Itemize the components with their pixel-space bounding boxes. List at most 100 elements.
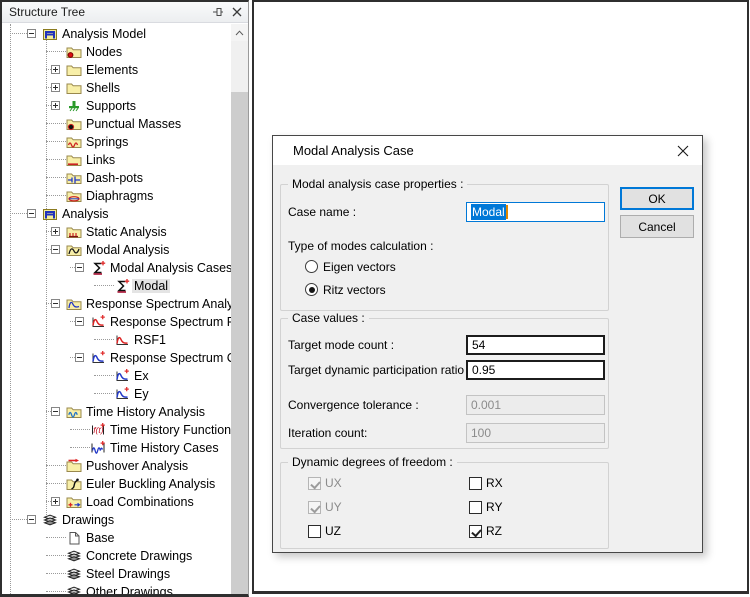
sheets-icon: [42, 512, 58, 528]
th-func-icon: f(t): [90, 422, 106, 438]
tree-item-ex[interactable]: Ex: [2, 367, 231, 385]
participation-ratio-input[interactable]: 0.95: [466, 360, 605, 380]
frame-icon: [42, 26, 58, 42]
tree-item-response-spectrum-analysis[interactable]: Response Spectrum Analysis: [2, 295, 231, 313]
eigen-vectors-label: Eigen vectors: [323, 257, 396, 277]
tree-connector: [46, 537, 66, 538]
spectrum-red-plus-icon: [90, 314, 106, 330]
tree-item-supports[interactable]: Supports: [2, 97, 231, 115]
tree-item-analysis-model[interactable]: Analysis Model: [2, 25, 231, 43]
uz-label: UZ: [325, 525, 341, 538]
folder-link-icon: [66, 152, 82, 168]
tree-connector: [94, 375, 114, 376]
cancel-button[interactable]: Cancel: [620, 215, 694, 238]
expand-toggle-icon[interactable]: [51, 65, 60, 74]
expand-toggle-icon[interactable]: [51, 83, 60, 92]
ry-checkbox[interactable]: [469, 501, 482, 514]
target-mode-count-input[interactable]: 54: [466, 335, 605, 355]
tree-item-springs[interactable]: Springs: [2, 133, 231, 151]
ritz-vectors-label: Ritz vectors: [323, 280, 386, 300]
structure-tree: Analysis Model Nodes ElementsShellsSupport…: [2, 24, 231, 594]
tree-item-time-history-analysis[interactable]: Time History Analysis: [2, 403, 231, 421]
tree-item-load-combinations[interactable]: Load Combinations: [2, 493, 231, 511]
tree-item-nodes[interactable]: Nodes: [2, 43, 231, 61]
tree-item-base[interactable]: Base: [2, 529, 231, 547]
field-value: 0.95: [472, 362, 495, 378]
collapse-toggle-icon[interactable]: [27, 515, 36, 524]
tree-item-label: Nodes: [84, 45, 124, 59]
tree-item-shells[interactable]: Shells: [2, 79, 231, 97]
collapse-toggle-icon[interactable]: [51, 299, 60, 308]
collapse-toggle-icon[interactable]: [51, 407, 60, 416]
tree-item-drawings[interactable]: Drawings: [2, 511, 231, 529]
tree-item-modal-analysis-cases[interactable]: Modal Analysis Cases: [2, 259, 231, 277]
tree-item-modal-analysis[interactable]: Modal Analysis: [2, 241, 231, 259]
dialog-titlebar[interactable]: Modal Analysis Case: [273, 136, 702, 165]
tree-item-euler-buckling-analysis[interactable]: Euler Buckling Analysis: [2, 475, 231, 493]
tree-item-modal[interactable]: Modal: [2, 277, 231, 295]
tree-item-elements[interactable]: Elements: [2, 61, 231, 79]
ok-button[interactable]: OK: [620, 187, 694, 210]
tree-item-label: Euler Buckling Analysis: [84, 477, 217, 491]
scrollbar-thumb[interactable]: [231, 92, 248, 594]
tree-item-label: Ex: [132, 369, 151, 383]
scroll-up-icon[interactable]: [231, 24, 248, 41]
rz-checkbox[interactable]: [469, 525, 482, 538]
tree-item-response-spectrum-functions[interactable]: Response Spectrum Functions: [2, 313, 231, 331]
expand-toggle-icon[interactable]: [51, 227, 60, 236]
tree-item-steel-drawings[interactable]: Steel Drawings: [2, 565, 231, 583]
tree-connector: [94, 393, 114, 394]
tree-item-label: Modal Analysis: [84, 243, 171, 257]
tree-item-label: Modal Analysis Cases: [108, 261, 231, 275]
tree-scrollbar[interactable]: [231, 24, 248, 594]
dialog-close-icon[interactable]: [675, 143, 691, 159]
ux-checkbox: [308, 477, 321, 490]
tree-item-analysis[interactable]: Analysis: [2, 205, 231, 223]
pin-icon[interactable]: [210, 4, 226, 20]
sheets-icon: [66, 584, 82, 594]
tree-item-ey[interactable]: Ey: [2, 385, 231, 403]
tree-item-links[interactable]: Links: [2, 151, 231, 169]
tree-item-diaphragms[interactable]: Diaphragms: [2, 187, 231, 205]
tree-item-label: Load Combinations: [84, 495, 196, 509]
tree-connector: [46, 123, 66, 124]
uy-label: UY: [325, 501, 342, 514]
ry-label: RY: [486, 501, 502, 514]
collapse-toggle-icon[interactable]: [27, 29, 36, 38]
expand-toggle-icon[interactable]: [51, 497, 60, 506]
tree-item-other-drawings[interactable]: Other Drawings: [2, 583, 231, 594]
tree-item-pushover-analysis[interactable]: Pushover Analysis: [2, 457, 231, 475]
group-label: Dynamic degrees of freedom :: [288, 455, 457, 469]
rx-checkbox[interactable]: [469, 477, 482, 490]
collapse-toggle-icon[interactable]: [75, 263, 84, 272]
collapse-toggle-icon[interactable]: [75, 353, 84, 362]
panel-title: Structure Tree: [9, 5, 85, 19]
tree-item-rsf1[interactable]: RSF1: [2, 331, 231, 349]
eigen-vectors-radio[interactable]: [305, 260, 318, 273]
collapse-toggle-icon[interactable]: [75, 317, 84, 326]
tree-item-dash-pots[interactable]: Dash-pots: [2, 169, 231, 187]
tree-connector: [10, 519, 27, 520]
structure-tree-header[interactable]: Structure Tree: [2, 2, 248, 23]
folder-combo-icon: [66, 494, 82, 510]
uz-checkbox[interactable]: [308, 525, 321, 538]
close-panel-icon[interactable]: [229, 4, 245, 20]
tree-item-static-analysis[interactable]: Static Analysis: [2, 223, 231, 241]
group-label: Modal analysis case properties :: [288, 177, 467, 191]
tree-item-response-spectrum-cases[interactable]: Response Spectrum Cases: [2, 349, 231, 367]
tree-item-concrete-drawings[interactable]: Concrete Drawings: [2, 547, 231, 565]
tree-item-time-history-cases[interactable]: Time History Cases: [2, 439, 231, 457]
case-name-input[interactable]: Modal: [466, 202, 605, 222]
folder-icon: [66, 80, 82, 96]
expand-toggle-icon[interactable]: [51, 101, 60, 110]
tree-item-label: Steel Drawings: [84, 567, 172, 581]
collapse-toggle-icon[interactable]: [51, 245, 60, 254]
tree-item-punctual-masses[interactable]: Punctual Masses: [2, 115, 231, 133]
group-label: Case values :: [288, 311, 369, 325]
tree-item-time-history-functions[interactable]: f(t)Time History Functions: [2, 421, 231, 439]
convergence-tolerance-input: 0.001: [466, 395, 605, 415]
collapse-toggle-icon[interactable]: [27, 209, 36, 218]
folder-mass-icon: [66, 116, 82, 132]
ritz-vectors-radio[interactable]: [305, 283, 318, 296]
tree-connector: [94, 285, 114, 286]
